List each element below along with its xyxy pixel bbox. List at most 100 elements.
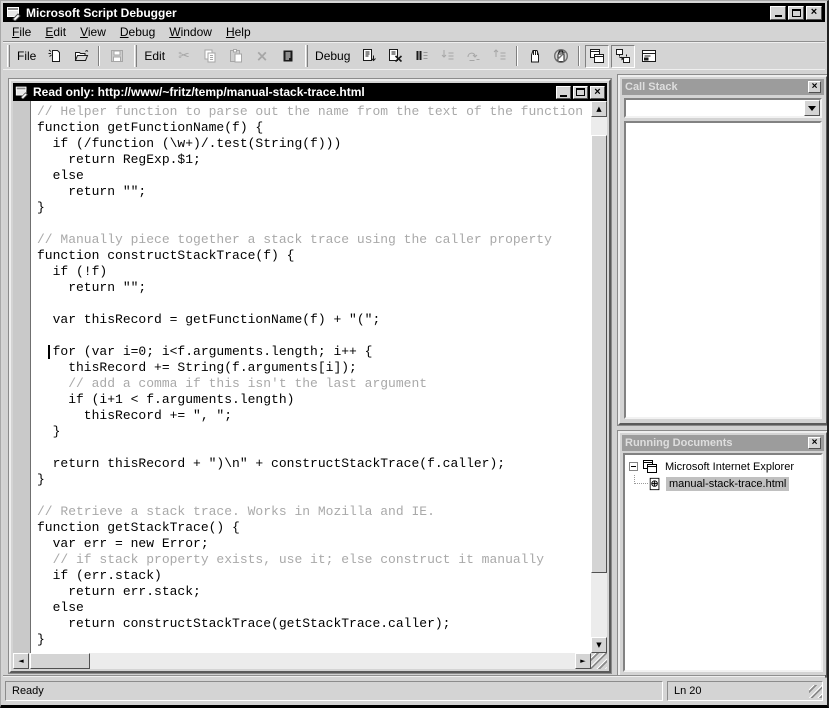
tree-item-label[interactable]: Microsoft Internet Explorer [662, 460, 797, 474]
running-documents-close-button[interactable]: × [808, 437, 821, 449]
call-stack-close-button[interactable]: × [808, 81, 821, 93]
menu-edit[interactable]: Edit [38, 23, 73, 41]
code-line [37, 440, 591, 456]
toolbar-grip[interactable] [305, 45, 308, 67]
running-documents-tree[interactable]: Microsoft Internet Explorer manual-stack… [623, 453, 823, 672]
menu-file[interactable]: File [5, 23, 38, 41]
scroll-up-button[interactable]: ▲ [591, 101, 607, 117]
maximize-button[interactable] [788, 6, 804, 20]
close-icon: × [812, 438, 818, 448]
delete-button[interactable]: × [250, 45, 274, 68]
menu-window[interactable]: Window [162, 23, 219, 41]
code-line [37, 328, 591, 344]
code-line: var err = new Error; [37, 536, 591, 552]
stop-debugging-button[interactable] [383, 45, 407, 68]
code-line: else [37, 168, 591, 184]
minimize-icon [775, 15, 782, 17]
call-stack-combo-button[interactable] [804, 100, 820, 116]
vertical-scroll-thumb[interactable] [591, 135, 607, 573]
code-line [37, 488, 591, 504]
script-outline-button[interactable] [276, 45, 300, 68]
collapse-icon[interactable] [629, 462, 638, 471]
code-line: } [37, 472, 591, 488]
running-documents-panel: Running Documents × Microsoft Internet E… [618, 431, 828, 677]
call-stack-button[interactable] [611, 45, 635, 68]
scroll-right-button[interactable]: ► [575, 653, 591, 669]
horizontal-scrollbar[interactable]: ◄ ► [13, 653, 591, 669]
hand-slash-icon [553, 48, 569, 64]
copy-button[interactable] [198, 45, 222, 68]
cut-icon: ✂ [178, 49, 190, 63]
step-into-button[interactable] [435, 45, 459, 68]
toolbar-edit-label[interactable]: Edit [144, 49, 165, 63]
close-button[interactable]: × [806, 6, 822, 20]
document-resize-grip[interactable] [591, 653, 607, 669]
vertical-scrollbar[interactable]: ▲ ▼ [591, 101, 607, 653]
horizontal-scroll-thumb[interactable] [30, 653, 90, 669]
step-over-button[interactable] [461, 45, 485, 68]
mdi-client-area: Read only: http://www/~fritz/temp/manual… [3, 70, 825, 676]
doc-maximize-button[interactable] [573, 86, 588, 99]
minimize-button[interactable] [770, 6, 786, 20]
breakpoint-margin[interactable] [13, 101, 31, 653]
toolbar-debug-label[interactable]: Debug [315, 49, 350, 63]
code-line: if (!f) [37, 264, 591, 280]
break-button[interactable] [409, 45, 433, 68]
call-stack-combobox[interactable] [624, 98, 822, 118]
call-stack-title-bar[interactable]: Call Stack × [622, 79, 824, 95]
scroll-down-button[interactable]: ▼ [591, 637, 607, 653]
running-documents-title-bar[interactable]: Running Documents × [622, 435, 824, 451]
save-button[interactable] [105, 45, 129, 68]
code-line: function getFunctionName(f) { [37, 120, 591, 136]
status-message: Ready [5, 681, 663, 701]
document-window: Read only: http://www/~fritz/temp/manual… [9, 79, 611, 673]
break-at-next-statement-button[interactable] [523, 45, 547, 68]
main-title-bar[interactable]: Microsoft Script Debugger × [3, 3, 825, 22]
internet-explorer-icon [642, 459, 658, 475]
call-stack-list[interactable] [624, 121, 822, 419]
cut-button[interactable]: ✂ [172, 45, 196, 68]
break-icon [413, 48, 429, 64]
window-resize-grip[interactable] [809, 685, 822, 698]
call-stack-panel: Call Stack × [618, 75, 828, 425]
code-line: thisRecord += String(f.arguments[i]); [37, 360, 591, 376]
toolbar-file-label[interactable]: File [17, 49, 36, 63]
command-window-button[interactable] [637, 45, 661, 68]
step-out-button[interactable] [487, 45, 511, 68]
code-line: for (var i=0; i<f.arguments.length; i++ … [37, 344, 591, 360]
toolbar-grip[interactable] [134, 45, 137, 67]
new-file-button[interactable] [43, 45, 67, 68]
new-file-icon [47, 48, 63, 64]
stop-debugging-icon [387, 48, 403, 64]
call-stack-icon [615, 48, 631, 64]
code-line: } [37, 632, 591, 648]
disable-breakpoints-button[interactable] [549, 45, 573, 68]
open-file-button[interactable] [69, 45, 93, 68]
code-line: if (err.stack) [37, 568, 591, 584]
line-indicator: Ln 20 [667, 681, 823, 701]
code-editor[interactable]: // Helper function to parse out the name… [32, 101, 591, 653]
close-icon: × [811, 7, 817, 18]
hand-icon [527, 48, 543, 64]
window-title: Microsoft Script Debugger [26, 6, 770, 20]
menu-view[interactable]: View [73, 23, 113, 41]
document-client: // Helper function to parse out the name… [13, 101, 607, 669]
scroll-left-button[interactable]: ◄ [13, 653, 29, 669]
code-line: return ""; [37, 184, 591, 200]
toolbar-grip[interactable] [7, 45, 10, 67]
doc-minimize-button[interactable] [556, 86, 571, 99]
toolbar-separator [516, 46, 518, 66]
menu-help[interactable]: Help [219, 23, 258, 41]
toolbar-separator [578, 46, 580, 66]
menu-debug[interactable]: Debug [113, 23, 162, 41]
run-button[interactable] [357, 45, 381, 68]
code-line: // Helper function to parse out the name… [37, 104, 591, 120]
tree-row-internet-explorer[interactable]: Microsoft Internet Explorer [625, 458, 821, 475]
tree-item-label[interactable]: manual-stack-trace.html [666, 477, 789, 491]
document-title-bar[interactable]: Read only: http://www/~fritz/temp/manual… [13, 83, 607, 101]
tree-row-document[interactable]: manual-stack-trace.html [625, 475, 821, 492]
doc-close-button[interactable]: × [590, 86, 605, 99]
paste-button[interactable] [224, 45, 248, 68]
document-title: Read only: http://www/~fritz/temp/manual… [33, 85, 556, 99]
running-documents-button[interactable] [585, 45, 609, 68]
